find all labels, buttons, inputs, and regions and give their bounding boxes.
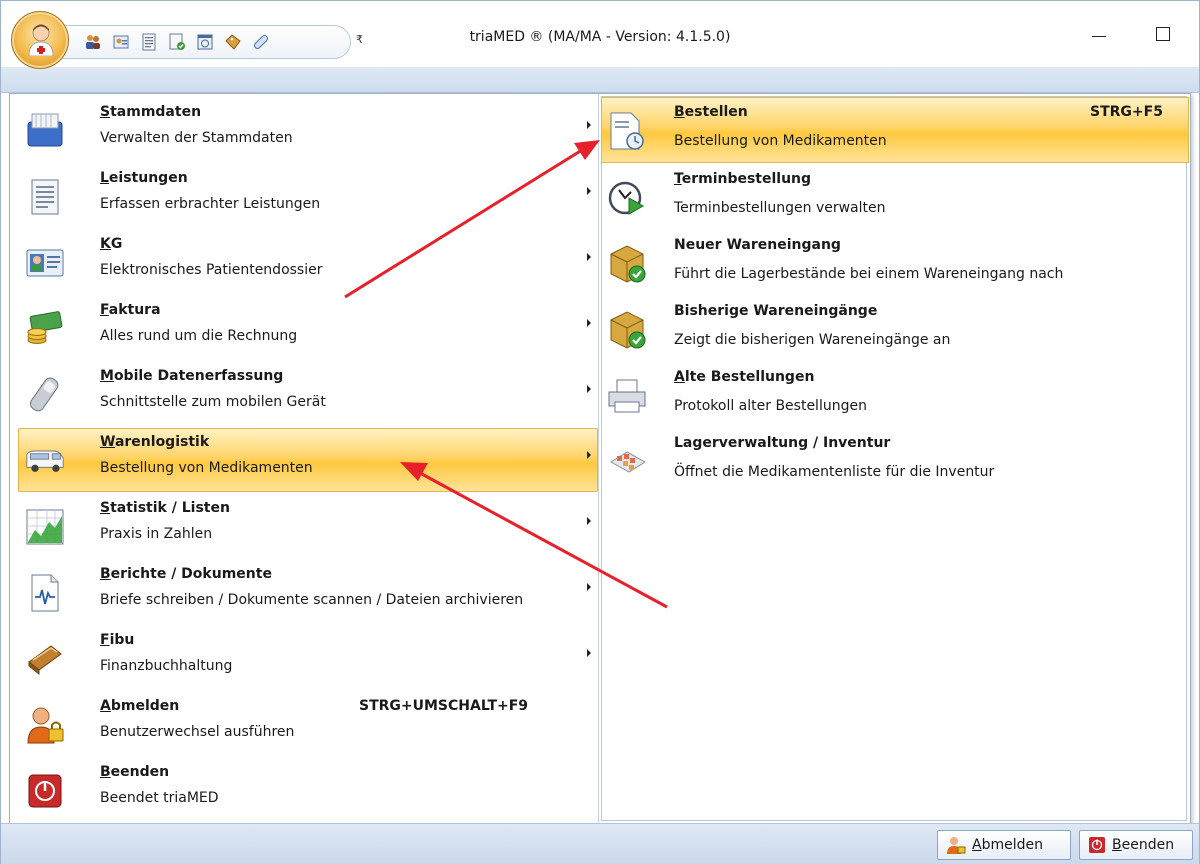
submenu-item-description: Protokoll alter Bestellungen	[674, 398, 867, 414]
submenu-item-title: Bestellen	[674, 104, 748, 120]
usb-stick-icon	[25, 375, 65, 415]
maximize-button[interactable]	[1148, 21, 1178, 45]
submenu-arrow-icon	[587, 121, 591, 129]
menu-item-title: Warenlogistik	[100, 434, 210, 450]
exit-button[interactable]: Beenden	[1079, 830, 1193, 860]
menu-item-description: Benutzerwechsel ausführen	[100, 724, 295, 740]
menu-item-description: Briefe schreiben / Dokumente scannen / D…	[100, 592, 524, 608]
submenu-item-description: Terminbestellungen verwalten	[674, 200, 886, 216]
title-bar: ₹ triaMED ® (MA/MA - Version: 4.1.5.0)	[1, 1, 1199, 69]
submenu-item-shortcut: STRG+F5	[1090, 104, 1163, 120]
submenu-item-description: Führt die Lagerbestände bei einem Warene…	[674, 266, 1064, 282]
ribbon-strip	[1, 67, 1199, 93]
menu-item-title: Beenden	[100, 764, 170, 780]
menu-item-title: Stammdaten	[100, 104, 202, 120]
submenu-item-title: Lagerverwaltung / Inventur	[674, 435, 891, 451]
submenu-arrow-icon	[587, 187, 591, 195]
menu-item-beenden[interactable]: Beenden Beendet triaMED	[18, 758, 598, 822]
submenu-item-description: Bestellung von Medikamenten	[674, 133, 887, 149]
user-lock-icon	[947, 837, 966, 854]
printer-icon	[606, 375, 648, 417]
medicine-shelf-icon	[606, 441, 648, 483]
submenu-item-terminbestellung[interactable]: Terminbestellung Terminbestellungen verw…	[601, 164, 1189, 230]
submenu-item-lagerverwaltung-inventur[interactable]: Lagerverwaltung / Inventur Öffnet die Me…	[601, 428, 1189, 494]
user-lock-icon	[25, 705, 65, 745]
submenu-arrow-icon	[587, 451, 591, 459]
money-icon	[25, 309, 65, 349]
menu-item-statistik-listen[interactable]: Statistik / Listen Praxis in Zahlen	[18, 494, 598, 558]
document-list-icon	[25, 177, 65, 217]
menu-item-description: Bestellung von Medikamenten	[100, 460, 313, 476]
menu-item-title: Mobile Datenerfassung	[100, 368, 284, 384]
menu-item-description: Verwalten der Stammdaten	[100, 130, 293, 146]
submenu-item-title: Neuer Wareneingang	[674, 237, 841, 253]
submenu-item-title: Alte Bestellungen	[674, 369, 815, 385]
submenu-item-alte-bestellungen[interactable]: Alte Bestellungen Protokoll alter Bestel…	[601, 362, 1189, 428]
submenu-arrow-icon	[587, 517, 591, 525]
power-icon	[1089, 837, 1105, 853]
menu-item-faktura[interactable]: Faktura Alles rund um die Rechnung	[18, 296, 598, 360]
menu-item-title: Leistungen	[100, 170, 188, 186]
submenu-arrow-icon	[587, 649, 591, 657]
power-icon	[25, 771, 65, 811]
menu-item-title: KG	[100, 236, 123, 252]
minimize-button[interactable]	[1086, 21, 1116, 45]
menu-item-abmelden[interactable]: Abmelden STRG+UMSCHALT+F9 Benutzerwechse…	[18, 692, 598, 756]
submenu-item-neuer-wareneingang[interactable]: Neuer Wareneingang Führt die Lagerbestän…	[601, 230, 1189, 296]
menu-item-description: Praxis in Zahlen	[100, 526, 213, 542]
accounting-icon	[25, 639, 65, 679]
menu-item-kg[interactable]: KG Elektronisches Patientendossier	[18, 230, 598, 294]
menu-item-description: Erfassen erbrachter Leistungen	[100, 196, 321, 212]
menu-item-mobile-datenerfassung[interactable]: Mobile Datenerfassung Schnittstelle zum …	[18, 362, 598, 426]
delivery-van-icon	[25, 441, 65, 481]
menu-item-shortcut: STRG+UMSCHALT+F9	[359, 698, 529, 714]
menu-item-warenlogistik[interactable]: Warenlogistik Bestellung von Medikamente…	[18, 428, 598, 492]
menu-item-title: Statistik / Listen	[100, 500, 230, 516]
menu-item-title: Berichte / Dokumente	[100, 566, 272, 582]
submenu-arrow-icon	[587, 583, 591, 591]
menu-item-description: Elektronisches Patientendossier	[100, 262, 323, 278]
submenu-item-bestellen[interactable]: Bestellen STRG+F5 Bestellung von Medikam…	[601, 97, 1189, 163]
submenu-arrow-icon	[587, 385, 591, 393]
menu-item-description: Alles rund um die Rechnung	[100, 328, 298, 344]
window-title: triaMED ® (MA/MA - Version: 4.1.5.0)	[469, 29, 731, 45]
menu-item-stammdaten[interactable]: Stammdaten Verwalten der Stammdaten	[18, 98, 598, 162]
clock-play-icon	[606, 177, 648, 219]
submenu-item-bisherige-wareneingaenge[interactable]: Bisherige Wareneingänge Zeigt die bisher…	[601, 296, 1189, 362]
submenu-item-description: Öffnet die Medikamentenliste für die Inv…	[674, 464, 995, 480]
menu-item-description: Schnittstelle zum mobilen Gerät	[100, 394, 326, 410]
submenu-pane: Bestellen STRG+F5 Bestellung von Medikam…	[598, 94, 1190, 823]
status-bar: Abmelden Beenden	[1, 823, 1199, 864]
patient-card-icon	[25, 243, 65, 283]
menu-item-leistungen[interactable]: Leistungen Erfassen erbrachter Leistunge…	[18, 164, 598, 228]
submenu-item-title: Terminbestellung	[674, 171, 812, 187]
box-check-icon	[606, 243, 648, 285]
menu-item-berichte-dokumente[interactable]: Berichte / Dokumente Briefe schreiben / …	[18, 560, 598, 624]
submenu-arrow-icon	[587, 253, 591, 261]
box-check-icon	[606, 309, 648, 351]
app-window: ₹ triaMED ® (MA/MA - Version: 4.1.5.0) S…	[0, 0, 1200, 864]
application-menu-button[interactable]	[11, 11, 69, 69]
drawer-cards-icon	[25, 111, 65, 151]
main-menu-pane: Stammdaten Verwalten der Stammdaten Leis…	[10, 94, 598, 823]
submenu-arrow-icon	[587, 319, 591, 327]
logout-button-label: Abmelden	[972, 837, 1043, 853]
order-document-icon	[606, 110, 648, 152]
menu-item-title: Faktura	[100, 302, 161, 318]
report-icon	[25, 573, 65, 613]
logout-button[interactable]: Abmelden	[937, 830, 1071, 860]
menu-item-fibu[interactable]: Fibu Finanzbuchhaltung	[18, 626, 598, 690]
chart-icon	[25, 507, 65, 547]
submenu-item-title: Bisherige Wareneingänge	[674, 303, 878, 319]
menu-item-description: Finanzbuchhaltung	[100, 658, 233, 674]
submenu-item-description: Zeigt die bisherigen Wareneingänge an	[674, 332, 951, 348]
application-menu: Stammdaten Verwalten der Stammdaten Leis…	[9, 93, 1191, 824]
exit-button-label: Beenden	[1112, 837, 1175, 853]
doctor-avatar-icon	[28, 24, 54, 56]
menu-item-title: Abmelden	[100, 698, 180, 714]
menu-item-description: Beendet triaMED	[100, 790, 219, 806]
menu-item-title: Fibu	[100, 632, 135, 648]
